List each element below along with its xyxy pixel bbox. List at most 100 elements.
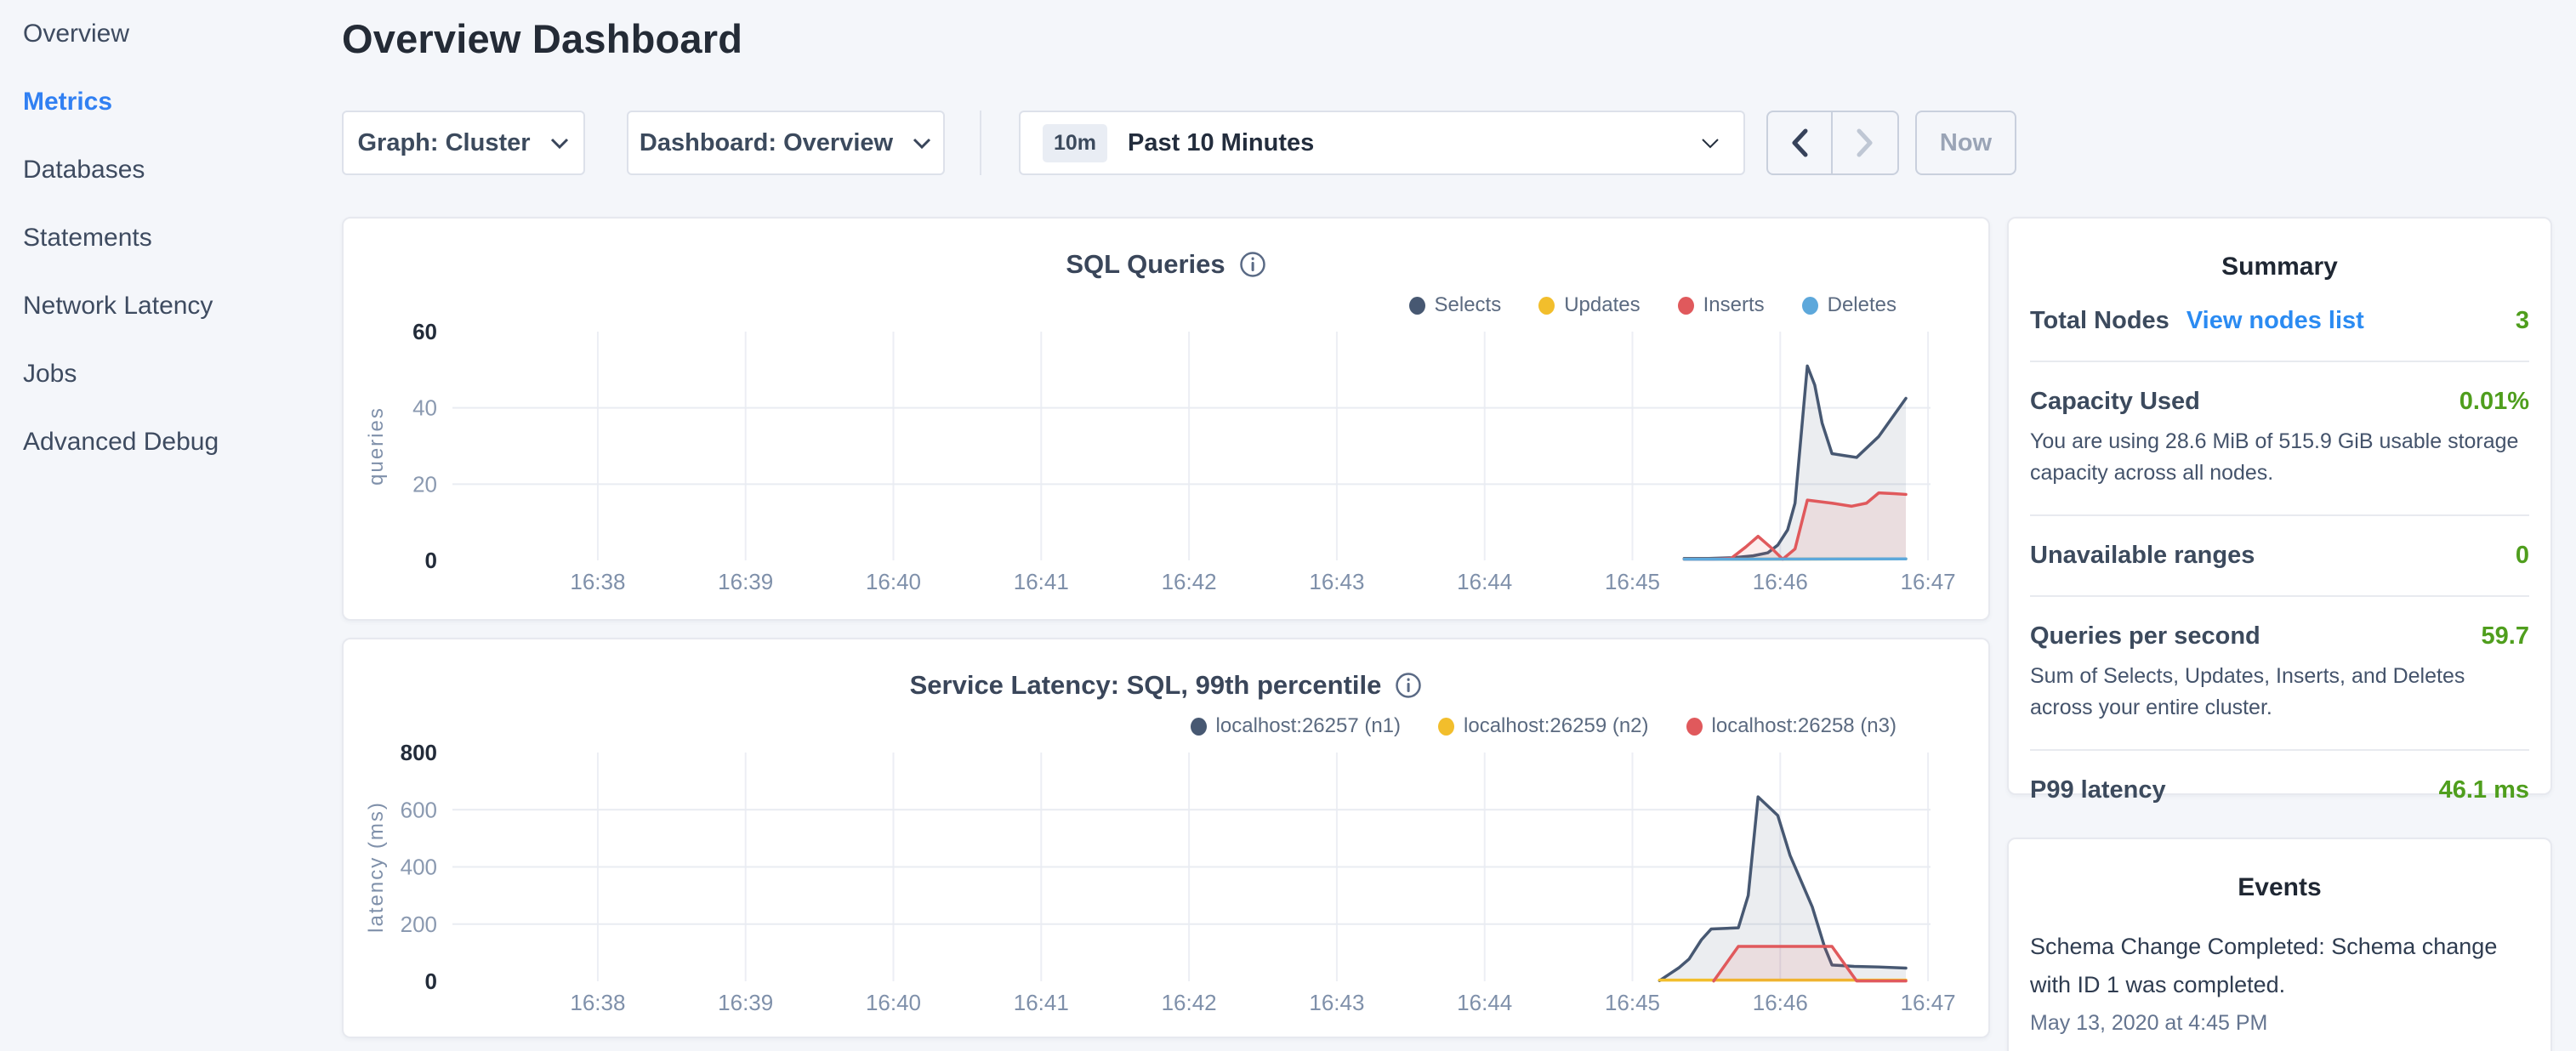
sidebar-item-jobs[interactable]: Jobs — [23, 340, 329, 408]
svg-text:16:46: 16:46 — [1753, 569, 1808, 594]
graph-dropdown[interactable]: Graph: Cluster — [342, 111, 585, 175]
chart-title: SQL Queries — [1066, 249, 1225, 280]
sidebar-item-overview[interactable]: Overview — [23, 0, 329, 68]
summary-row-unavailable-ranges: Unavailable ranges 0 — [2030, 516, 2529, 570]
svg-text:16:44: 16:44 — [1457, 569, 1512, 594]
chart-plot: 16:3816:3916:4016:4116:4216:4316:4416:45… — [344, 321, 1988, 620]
summary-row-label: Capacity Used — [2030, 388, 2200, 416]
svg-text:60: 60 — [412, 321, 437, 344]
arrow-left-icon — [1790, 128, 1809, 157]
svg-text:latency (ms): latency (ms) — [365, 801, 388, 933]
time-back-button[interactable] — [1768, 112, 1833, 173]
svg-text:16:41: 16:41 — [1014, 569, 1069, 594]
legend-dot — [1438, 718, 1454, 736]
svg-text:queries: queries — [365, 406, 388, 486]
controls-divider — [980, 111, 981, 175]
summary-row-total-nodes: Total Nodes View nodes list 3 — [2030, 281, 2529, 335]
sidebar-item-statements[interactable]: Statements — [23, 204, 329, 272]
view-nodes-list-link[interactable]: View nodes list — [2186, 307, 2364, 335]
svg-text:16:40: 16:40 — [866, 569, 921, 594]
legend-item: Updates — [1538, 293, 1640, 317]
legend-dot — [1538, 297, 1555, 315]
svg-text:16:45: 16:45 — [1605, 569, 1660, 594]
summary-row-value: 0 — [2516, 542, 2529, 570]
sidebar: Overview Metrics Databases Statements Ne… — [23, 0, 329, 476]
summary-row-description: Sum of Selects, Updates, Inserts, and De… — [2030, 650, 2519, 724]
chart-legend: SelectsUpdatesInsertsDeletes — [1409, 293, 1897, 317]
page-title: Overview Dashboard — [342, 15, 742, 62]
summary-row-label: P99 latency — [2030, 776, 2166, 804]
summary-row-label: Queries per second — [2030, 622, 2260, 650]
legend-item: Deletes — [1802, 293, 1896, 317]
legend-dot — [1802, 297, 1818, 315]
svg-text:0: 0 — [425, 969, 437, 994]
summary-row-label: Total Nodes — [2030, 307, 2169, 335]
dashboard-dropdown-value: Dashboard: Overview — [640, 129, 893, 157]
summary-row-p99-latency: P99 latency 46.1 ms — [2030, 751, 2529, 804]
svg-text:16:43: 16:43 — [1309, 569, 1364, 594]
chevron-down-icon — [912, 137, 932, 150]
sidebar-item-metrics[interactable]: Metrics — [23, 68, 329, 136]
svg-text:16:47: 16:47 — [1901, 990, 1956, 1015]
svg-text:16:39: 16:39 — [718, 990, 773, 1015]
legend-dot — [1678, 297, 1694, 315]
time-range-dropdown[interactable]: 10m Past 10 Minutes — [1019, 111, 1745, 175]
svg-text:20: 20 — [412, 471, 437, 497]
svg-text:16:47: 16:47 — [1901, 569, 1956, 594]
svg-text:16:40: 16:40 — [866, 990, 921, 1015]
graph-dropdown-value: Graph: Cluster — [357, 129, 530, 157]
event-timestamp: May 13, 2020 at 4:45 PM — [2030, 1004, 2529, 1036]
svg-text:16:38: 16:38 — [570, 990, 625, 1015]
svg-text:16:46: 16:46 — [1753, 990, 1808, 1015]
svg-text:16:42: 16:42 — [1162, 569, 1217, 594]
svg-text:16:41: 16:41 — [1014, 990, 1069, 1015]
sidebar-item-advanced-debug[interactable]: Advanced Debug — [23, 408, 329, 476]
summary-row-value: 46.1 ms — [2439, 776, 2529, 804]
info-icon[interactable] — [1395, 672, 1422, 699]
chevron-down-icon — [549, 137, 570, 150]
summary-row-queries-per-second: Queries per second 59.7 — [2030, 597, 2529, 650]
summary-row-capacity-used: Capacity Used 0.01% — [2030, 362, 2529, 416]
info-icon[interactable] — [1239, 251, 1266, 278]
legend-item: localhost:26258 (n3) — [1686, 714, 1896, 738]
events-panel: Events Schema Change Completed: Schema c… — [2007, 838, 2552, 1051]
svg-text:200: 200 — [401, 912, 437, 937]
arrow-right-icon — [1856, 128, 1874, 157]
summary-row-value: 3 — [2516, 307, 2529, 335]
svg-text:16:42: 16:42 — [1162, 990, 1217, 1015]
event-text: Schema Change Completed: Schema change w… — [2030, 928, 2529, 1004]
now-button[interactable]: Now — [1915, 111, 2016, 175]
svg-text:40: 40 — [412, 395, 437, 421]
service-latency-chart-card: Service Latency: SQL, 99th percentile lo… — [342, 638, 1990, 1038]
svg-text:16:44: 16:44 — [1457, 990, 1512, 1015]
legend-item: Selects — [1409, 293, 1502, 317]
svg-text:800: 800 — [401, 741, 437, 765]
sidebar-item-network-latency[interactable]: Network Latency — [23, 272, 329, 340]
svg-text:16:45: 16:45 — [1605, 990, 1660, 1015]
app-root: Overview Metrics Databases Statements Ne… — [0, 0, 2576, 1051]
summary-panel: Summary Total Nodes View nodes list 3 Ca… — [2007, 217, 2552, 795]
time-step-buttons — [1766, 111, 1899, 175]
summary-row-value: 59.7 — [2482, 622, 2529, 650]
legend-item: localhost:26259 (n2) — [1438, 714, 1648, 738]
legend-dot — [1409, 297, 1425, 315]
dashboard-dropdown[interactable]: Dashboard: Overview — [627, 111, 945, 175]
time-forward-button[interactable] — [1833, 112, 1897, 173]
chart-plot: 16:38 16:39 16:40 16:41 16:42 16:43 16:44 16:45… — [344, 741, 1988, 1041]
chart-title: Service Latency: SQL, 99th percentile — [910, 670, 1382, 701]
svg-text:600: 600 — [401, 797, 437, 822]
svg-text:16:43: 16:43 — [1309, 990, 1364, 1015]
summary-row-label: Unavailable ranges — [2030, 542, 2255, 570]
events-heading: Events — [2030, 839, 2529, 902]
chart-legend: localhost:26257 (n1) localhost:26259 (n2)… — [1191, 714, 1896, 738]
legend-dot — [1686, 718, 1703, 736]
summary-row-description: You are using 28.6 MiB of 515.9 GiB usab… — [2030, 416, 2519, 489]
svg-text:16:38: 16:38 — [570, 569, 625, 594]
legend-item: localhost:26257 (n1) — [1191, 714, 1401, 738]
svg-text:400: 400 — [401, 855, 437, 880]
sidebar-item-databases[interactable]: Databases — [23, 136, 329, 204]
time-range-label: Past 10 Minutes — [1128, 129, 1699, 157]
svg-text:0: 0 — [425, 548, 437, 573]
sql-queries-chart-card: SQL Queries SelectsUpdatesInsertsDeletes… — [342, 217, 1990, 621]
summary-heading: Summary — [2030, 219, 2529, 281]
